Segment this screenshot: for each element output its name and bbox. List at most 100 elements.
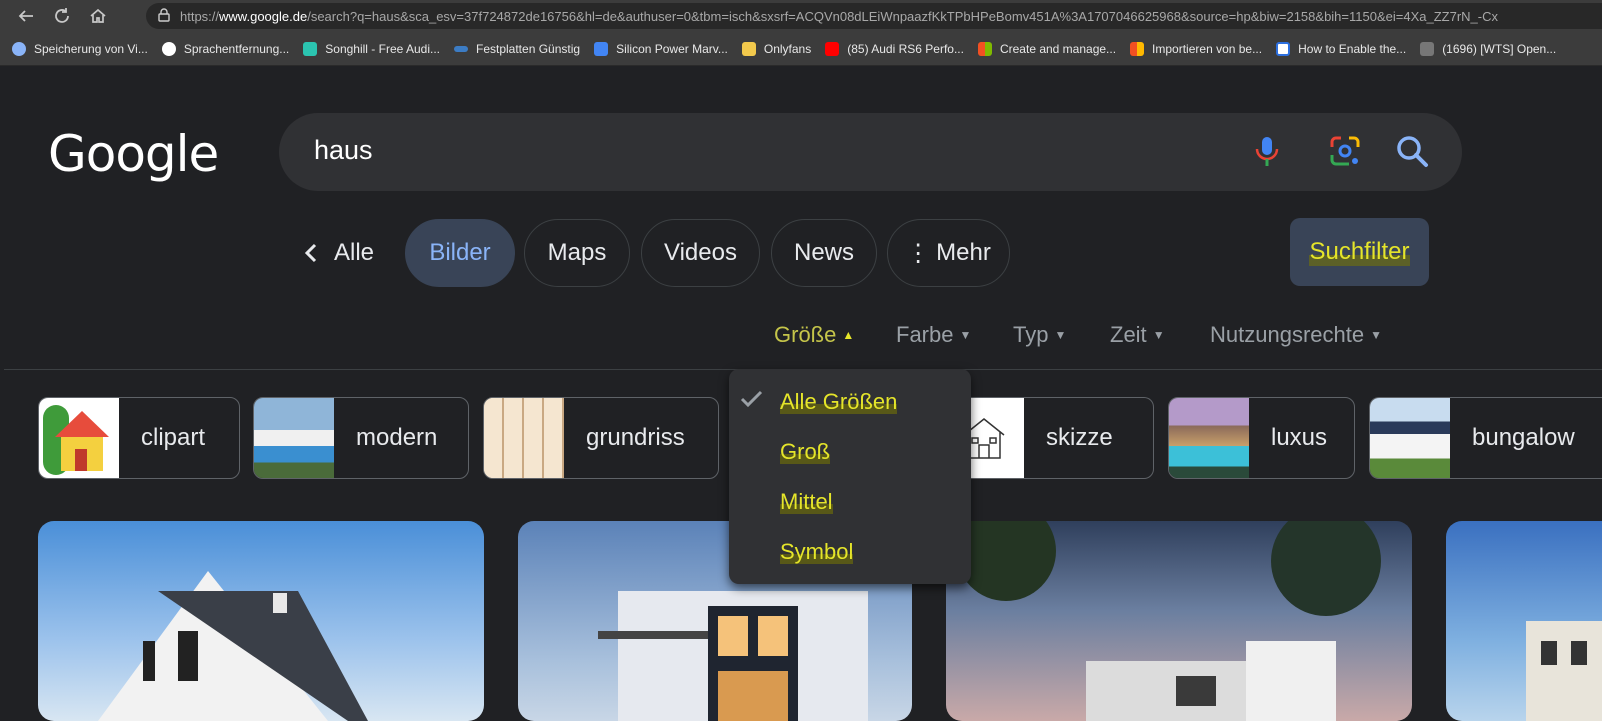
suggestion-chip-luxus[interactable]: luxus bbox=[1168, 397, 1355, 479]
caret-down-icon: ▼ bbox=[1370, 328, 1382, 342]
bookmark-favicon-icon bbox=[1276, 41, 1291, 56]
filter-zeit[interactable]: Zeit ▼ bbox=[1110, 322, 1165, 348]
size-option-alle[interactable]: Alle Größen bbox=[780, 389, 898, 415]
bookmark-label: Songhill - Free Audi... bbox=[325, 41, 440, 56]
microphone-icon[interactable] bbox=[1249, 133, 1285, 169]
bookmark-item[interactable]: Speicherung von Vi... bbox=[12, 41, 148, 56]
filter-zeit-label: Zeit bbox=[1110, 322, 1147, 347]
image-result[interactable] bbox=[1446, 521, 1602, 721]
chip-thumbnail bbox=[254, 398, 334, 478]
more-vert-icon: ⋮ bbox=[906, 239, 931, 267]
filter-nutzungsrechte[interactable]: Nutzungsrechte ▼ bbox=[1210, 322, 1382, 348]
browser-toolbar: https://www.google.de/search?q=haus&sca_… bbox=[0, 0, 1602, 32]
bookmark-favicon-icon bbox=[1420, 41, 1435, 56]
bookmark-label: Create and manage... bbox=[999, 41, 1117, 56]
chip-thumbnail bbox=[1370, 398, 1450, 478]
tab-news-label: News bbox=[793, 239, 854, 266]
bookmark-label: (85) Audi RS6 Perfo... bbox=[847, 41, 964, 56]
tab-alle-label: Alle bbox=[333, 239, 375, 266]
suggestion-chip-skizze[interactable]: skizze bbox=[944, 397, 1154, 479]
chevron-left-icon bbox=[304, 243, 317, 263]
house-image bbox=[98, 571, 368, 721]
suggestion-chip-clipart[interactable]: clipart bbox=[38, 397, 240, 479]
google-g-icon bbox=[594, 41, 609, 56]
search-icon[interactable] bbox=[1394, 133, 1430, 169]
size-option-symbol[interactable]: Symbol bbox=[780, 539, 854, 565]
bookmark-item[interactable]: Festplatten Günstig bbox=[454, 42, 580, 56]
image-result[interactable] bbox=[38, 521, 484, 721]
tab-news[interactable]: News bbox=[771, 219, 877, 287]
bookmark-label: (1696) [WTS] Open... bbox=[1442, 41, 1557, 56]
bookmark-favicon-icon bbox=[303, 41, 318, 56]
caret-down-icon: ▼ bbox=[1152, 328, 1165, 342]
search-input[interactable]: haus bbox=[314, 135, 373, 166]
bookmark-label: Silicon Power Marv... bbox=[616, 41, 728, 56]
bookmark-item[interactable]: Sprachentfernung... bbox=[161, 41, 290, 56]
tab-bilder-label: Bilder bbox=[429, 239, 491, 266]
suchfilter-button[interactable]: Suchfilter bbox=[1290, 218, 1429, 286]
google-images-page: Google haus Alle Bilder Maps Videos News… bbox=[4, 67, 1602, 721]
google-logo[interactable]: Google bbox=[48, 125, 219, 183]
bookmark-favicon-icon bbox=[12, 41, 26, 56]
filter-groesse-label: Größe bbox=[774, 322, 837, 347]
tab-videos-label: Videos bbox=[664, 239, 737, 266]
bookmark-label: Festplatten Günstig bbox=[476, 41, 581, 56]
search-box[interactable]: haus bbox=[279, 113, 1462, 191]
suggestion-chip-bungalow[interactable]: bungalow bbox=[1369, 397, 1602, 479]
filter-typ-label: Typ bbox=[1013, 322, 1049, 347]
tab-mehr-label: Mehr bbox=[936, 239, 991, 266]
tab-bilder[interactable]: Bilder bbox=[405, 219, 515, 287]
bookmark-item[interactable]: (1696) [WTS] Open... bbox=[1420, 41, 1557, 56]
bookmark-item[interactable]: (85) Audi RS6 Perfo... bbox=[825, 41, 964, 56]
chip-label: modern bbox=[356, 424, 438, 451]
bookmark-label: Onlyfans bbox=[763, 41, 812, 56]
size-option-mittel[interactable]: Mittel bbox=[780, 489, 833, 515]
bookmark-item[interactable]: How to Enable the... bbox=[1276, 41, 1407, 56]
chip-label: bungalow bbox=[1472, 424, 1575, 451]
image-result[interactable] bbox=[946, 521, 1412, 721]
tab-maps[interactable]: Maps bbox=[524, 219, 630, 287]
github-icon bbox=[161, 41, 176, 56]
filter-farbe[interactable]: Farbe ▼ bbox=[896, 322, 971, 348]
bookmark-label: Importieren von be... bbox=[1152, 41, 1263, 56]
google-lens-icon[interactable] bbox=[1327, 133, 1363, 169]
filter-groesse[interactable]: Größe ▲ bbox=[774, 322, 854, 348]
home-icon[interactable] bbox=[80, 0, 116, 32]
bookmark-item[interactable]: Silicon Power Marv... bbox=[594, 41, 728, 56]
suggestion-chip-grundriss[interactable]: grundriss bbox=[483, 397, 719, 479]
reload-icon[interactable] bbox=[44, 0, 80, 32]
suggestion-chip-modern[interactable]: modern bbox=[253, 397, 469, 479]
bookmark-label: How to Enable the... bbox=[1298, 41, 1407, 56]
address-bar[interactable]: https://www.google.de/search?q=haus&sca_… bbox=[146, 3, 1602, 29]
checkmark-icon bbox=[739, 387, 763, 418]
folder-icon bbox=[741, 41, 756, 56]
bookmark-item[interactable]: Create and manage... bbox=[977, 41, 1117, 56]
chip-thumbnail bbox=[39, 398, 119, 478]
villa-image bbox=[1526, 621, 1602, 721]
chip-thumbnail bbox=[1169, 398, 1249, 478]
back-arrow-icon[interactable] bbox=[8, 0, 44, 32]
filter-farbe-label: Farbe bbox=[896, 322, 954, 347]
chip-label: skizze bbox=[1046, 424, 1113, 451]
caret-down-icon: ▼ bbox=[959, 328, 972, 342]
tab-alle[interactable]: Alle bbox=[294, 219, 384, 287]
lock-icon bbox=[158, 7, 180, 25]
url-domain: www.google.de bbox=[219, 8, 308, 24]
caret-up-icon: ▲ bbox=[842, 328, 855, 342]
microsoft-icon bbox=[1130, 41, 1145, 56]
filter-typ[interactable]: Typ ▼ bbox=[1013, 322, 1066, 348]
youtube-icon bbox=[825, 41, 840, 56]
size-option-gross[interactable]: Groß bbox=[780, 439, 831, 465]
bookmark-item[interactable]: Songhill - Free Audi... bbox=[303, 41, 440, 56]
size-option-label: Symbol bbox=[780, 539, 854, 564]
tab-mehr[interactable]: ⋮ Mehr bbox=[887, 219, 1010, 287]
bookmark-item[interactable]: Importieren von be... bbox=[1130, 41, 1263, 56]
bookmark-label: Sprachentfernung... bbox=[183, 41, 290, 56]
url-prefix: https:// bbox=[180, 8, 220, 24]
size-option-label: Mittel bbox=[780, 489, 833, 514]
bookmark-item[interactable]: Onlyfans bbox=[741, 41, 812, 56]
chip-thumbnail bbox=[484, 398, 564, 478]
tab-videos[interactable]: Videos bbox=[641, 219, 760, 287]
filter-nutzungsrechte-label: Nutzungsrechte bbox=[1210, 322, 1365, 347]
chip-label: luxus bbox=[1271, 424, 1328, 451]
